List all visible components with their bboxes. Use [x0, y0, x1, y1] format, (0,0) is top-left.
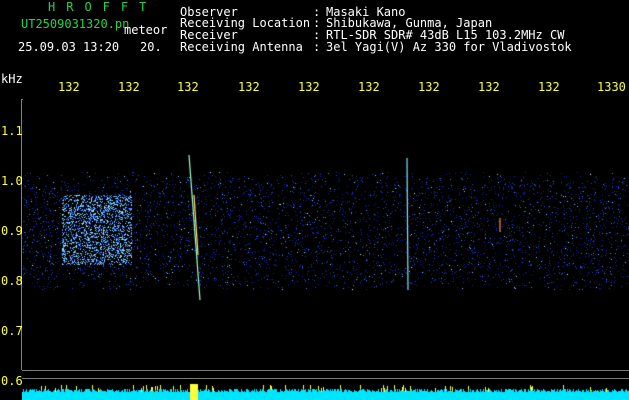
spectrogram-display — [22, 100, 629, 370]
signal-level-strip — [22, 380, 629, 400]
noise-floor-line — [22, 378, 629, 379]
noise-floor-line — [22, 370, 629, 371]
